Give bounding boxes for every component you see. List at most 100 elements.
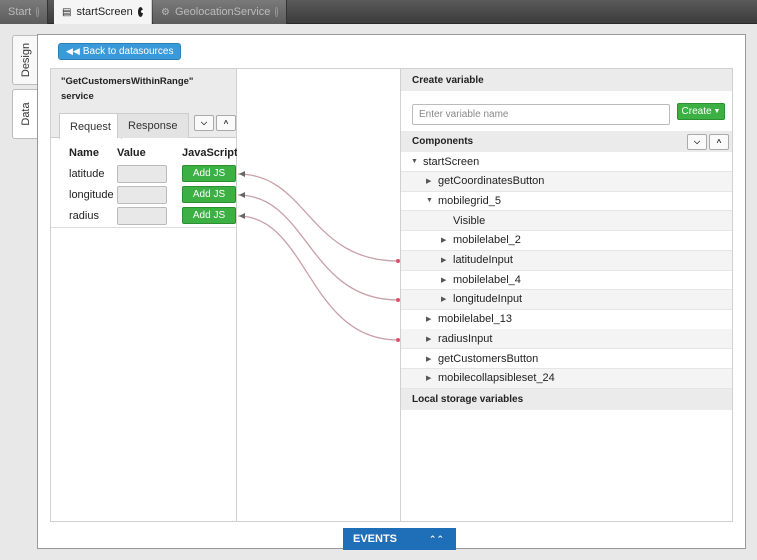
tab-startscreen[interactable]: ▤ startScreen — [54, 0, 152, 24]
param-row: longitude Add JS — [51, 186, 238, 207]
triangle-down-icon[interactable]: ▼ — [426, 197, 438, 204]
components-title: Components — [412, 136, 474, 147]
tree-item-label: getCoordinatesButton — [438, 175, 545, 188]
side-tab-design[interactable]: Design — [12, 35, 38, 85]
back-button-label: Back to datasources — [82, 46, 174, 57]
param-row: latitude Add JS — [51, 165, 238, 186]
tree-item[interactable]: ▶ longitudeInput — [401, 289, 732, 310]
variable-name-input[interactable] — [412, 104, 670, 125]
param-value-field[interactable] — [117, 165, 167, 183]
tree-item[interactable]: ▶ mobilelabel_2 — [401, 231, 732, 251]
tree-item-label: mobilelabel_13 — [438, 313, 512, 326]
triangle-right-icon[interactable]: ▶ — [426, 374, 438, 382]
tab-bar: Start ▤ startScreen ⚙ GeolocationService — [0, 0, 757, 24]
triangle-right-icon[interactable]: ▶ — [426, 355, 438, 363]
tab-start[interactable]: Start — [0, 0, 48, 24]
side-tab-label: Design — [19, 42, 32, 78]
tab-response-label: Response — [128, 120, 178, 132]
expand-all-components-button[interactable]: ⌵ — [687, 134, 707, 150]
chevron-down-icon: ⌵ — [200, 118, 208, 127]
tab-response[interactable]: Response — [117, 113, 189, 138]
tree-item[interactable]: ▶ getCoordinatesButton — [401, 171, 732, 192]
tree-item[interactable]: ▼ mobilegrid_5 — [401, 191, 732, 212]
components-header: Components — [401, 131, 732, 152]
triangle-right-icon[interactable]: ▶ — [441, 256, 453, 264]
add-js-button[interactable]: Add JS — [182, 207, 236, 224]
param-name: longitude — [69, 189, 114, 201]
tree-item[interactable]: ▶ radiusInput — [401, 329, 732, 350]
tree-item[interactable]: Visible — [401, 211, 732, 232]
param-value-field[interactable] — [117, 186, 167, 204]
column-header-name: Name — [69, 147, 99, 159]
expand-all-button[interactable]: ⌵ — [194, 115, 214, 131]
create-button-label: Create — [681, 106, 712, 117]
param-name: radius — [69, 210, 99, 222]
page-icon: ▤ — [62, 6, 72, 18]
chevron-up-icon: ^ — [223, 118, 229, 128]
tab-request[interactable]: Request — [59, 113, 122, 139]
column-header-value: Value — [117, 147, 146, 159]
tab-label: Start — [8, 6, 32, 18]
tab-geolocationservice[interactable]: ⚙ GeolocationService — [153, 0, 287, 24]
triangle-right-icon[interactable]: ▶ — [441, 236, 453, 244]
add-js-button[interactable]: Add JS — [182, 165, 236, 182]
back-to-datasources-button[interactable]: ◀◀ Back to datasources — [58, 43, 182, 60]
chevron-up-icon: ^ — [716, 137, 722, 147]
triangle-right-icon[interactable]: ▶ — [441, 295, 453, 303]
events-bar[interactable]: EVENTS ⌃⌃ — [343, 528, 456, 550]
param-value-field[interactable] — [117, 207, 167, 225]
param-name: latitude — [69, 168, 105, 180]
service-title-line: "GetCustomersWithinRange" service — [61, 76, 194, 102]
tree-item-label: getCustomersButton — [438, 352, 539, 365]
service-parameters-title: "GetCustomersWithinRange" service parame… — [51, 69, 236, 117]
tree-item-label: Visible — [453, 214, 486, 227]
column-header-javascript: JavaScript — [182, 147, 238, 159]
events-label: EVENTS — [353, 533, 398, 545]
tree-item[interactable]: ▶ mobilelabel_13 — [401, 310, 732, 330]
tree-item-label: mobilelabel_2 — [453, 234, 521, 247]
add-js-button[interactable]: Add JS — [182, 186, 236, 203]
param-row: radius Add JS — [51, 207, 238, 228]
tab-label: startScreen — [76, 6, 133, 18]
tree-item-label: latitudeInput — [453, 254, 513, 266]
close-icon[interactable] — [36, 7, 39, 17]
triangle-right-icon[interactable]: ▶ — [426, 177, 438, 185]
tree-item[interactable]: ▶ getCustomersButton — [401, 349, 732, 369]
tree-item[interactable]: ▶ mobilecollapsibleset_24 — [401, 368, 732, 389]
tree-item-label: mobilecollapsibleset_24 — [438, 372, 555, 385]
triangle-right-icon[interactable]: ▶ — [426, 335, 438, 343]
chevron-down-icon: ⌵ — [693, 137, 701, 146]
side-tab-data[interactable]: Data — [12, 89, 38, 139]
local-storage-header: Local storage variables — [401, 389, 732, 410]
divider — [51, 227, 238, 228]
tree-item[interactable]: ▶ latitudeInput — [401, 250, 732, 271]
tree-item-label: startScreen — [423, 155, 480, 168]
side-tab-label: Data — [19, 102, 32, 126]
triangle-right-icon[interactable]: ▶ — [426, 315, 438, 323]
tab-label: GeolocationService — [174, 6, 271, 18]
close-icon[interactable] — [137, 7, 145, 17]
triangle-down-icon[interactable]: ▼ — [411, 158, 423, 165]
tree-item[interactable]: ▶ mobilelabel_4 — [401, 270, 732, 291]
mapping-area — [237, 68, 400, 522]
tree-item-label: longitudeInput — [453, 293, 523, 306]
tree-item[interactable]: ▼ startScreen — [401, 152, 732, 172]
create-variable-header: Create variable — [401, 69, 732, 91]
double-chevron-up-icon: ⌃⌃ — [428, 533, 444, 544]
triangle-right-icon[interactable]: ▶ — [441, 276, 453, 284]
right-panel: Create variable Create ▼ Components ⌵ ^ … — [400, 68, 733, 522]
request-response-tabs: Request Response ⌵ ^ — [51, 105, 236, 139]
collapse-all-components-button[interactable]: ^ — [709, 134, 729, 150]
tab-request-label: Request — [70, 120, 111, 133]
tree-item-label: mobilegrid_5 — [438, 194, 501, 207]
create-button[interactable]: Create ▼ — [677, 103, 725, 120]
tree-item-label: radiusInput — [438, 332, 493, 345]
gear-icon: ⚙ — [161, 6, 170, 18]
tree-item-label: mobilelabel_4 — [453, 273, 521, 286]
collapse-all-button[interactable]: ^ — [216, 115, 236, 131]
caret-down-icon: ▼ — [713, 108, 721, 115]
double-left-arrow-icon: ◀◀ — [66, 46, 80, 56]
close-icon[interactable] — [275, 7, 278, 17]
main-panel: ◀◀ Back to datasources "GetCustomersWith… — [37, 34, 746, 549]
service-parameters-panel: "GetCustomersWithinRange" service parame… — [50, 68, 238, 522]
